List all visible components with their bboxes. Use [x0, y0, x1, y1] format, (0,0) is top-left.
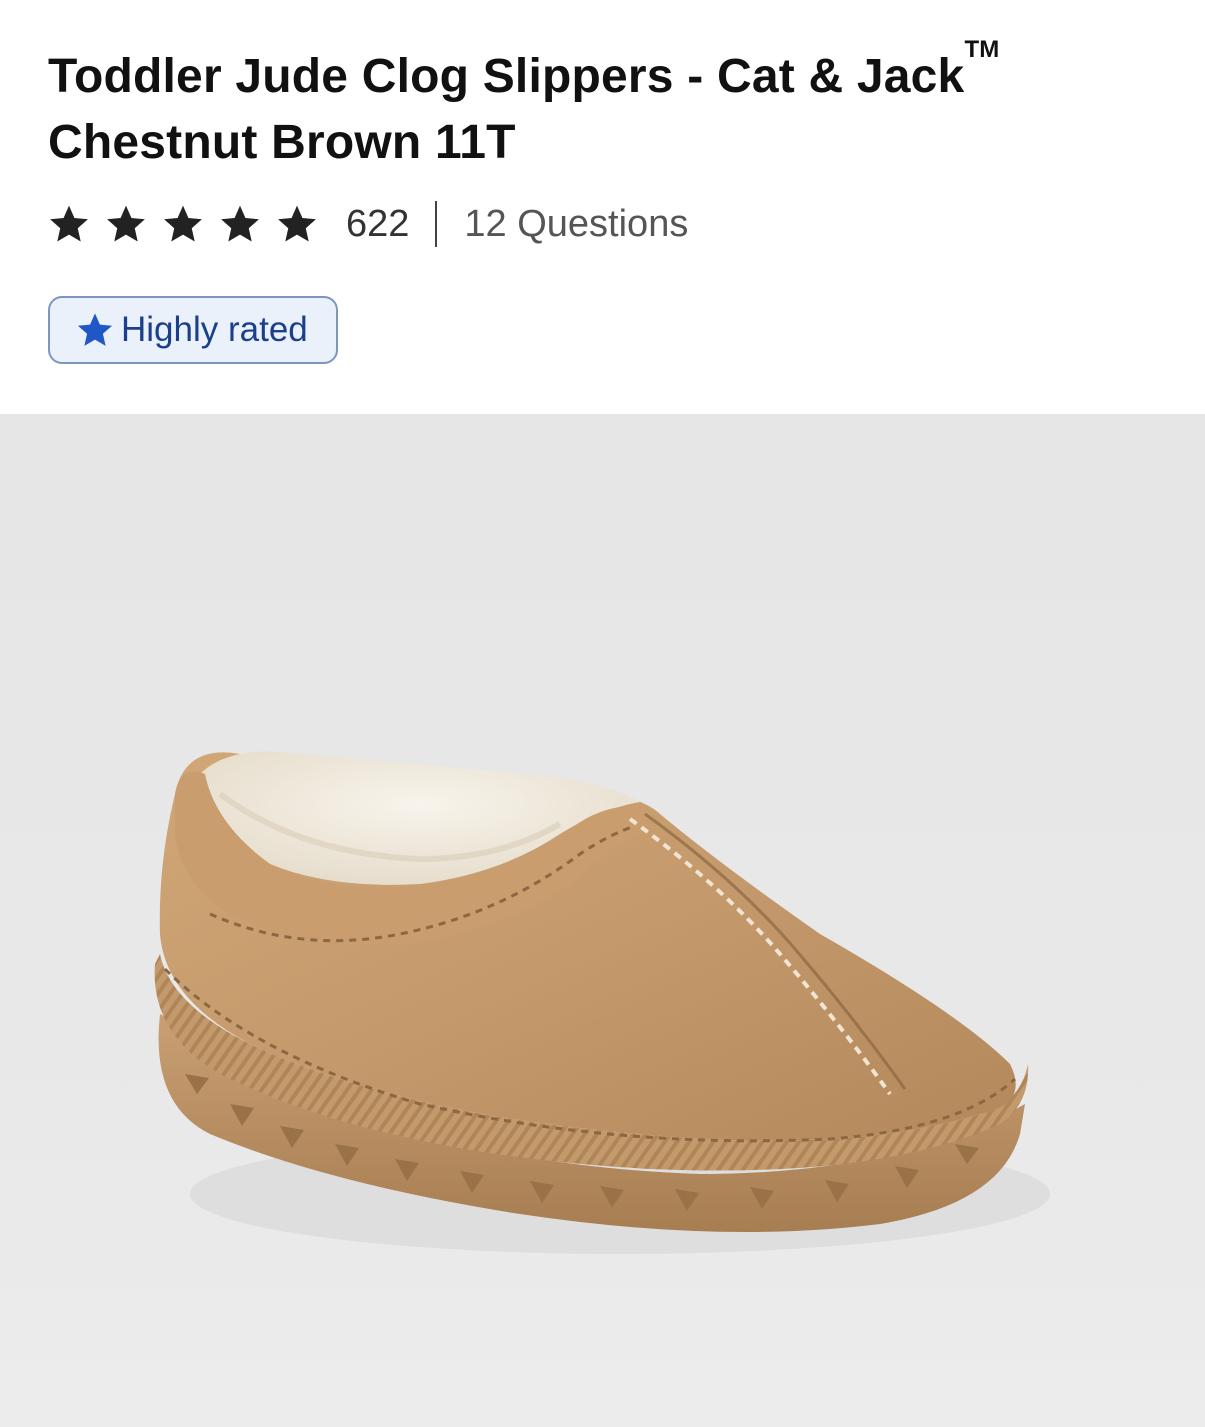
slipper-illustration [154, 751, 1050, 1254]
highly-rated-badge: Highly rated [48, 296, 338, 364]
star-icon [164, 205, 202, 242]
star-icon [50, 205, 88, 242]
star-icon [221, 205, 259, 242]
star-rating [48, 203, 318, 245]
star-icon [77, 313, 113, 346]
trademark-symbol: TM [964, 36, 1000, 63]
questions-link[interactable]: 12 Questions [464, 203, 688, 246]
product-image[interactable] [0, 414, 1205, 1427]
rating-row[interactable]: 622 12 Questions [48, 196, 688, 252]
badge-label: Highly rated [121, 310, 308, 349]
product-title: Toddler Jude Clog Slippers - Cat & JackT… [48, 38, 1158, 176]
star-icon [278, 205, 316, 242]
star-icon [107, 205, 145, 242]
product-title-line1: Toddler Jude Clog Slippers - Cat & Jack [48, 50, 965, 103]
divider [435, 201, 438, 247]
review-count-link[interactable]: 622 [346, 203, 409, 246]
product-header: Toddler Jude Clog Slippers - Cat & JackT… [0, 0, 1205, 414]
product-title-line2: Chestnut Brown 11T [48, 116, 516, 169]
